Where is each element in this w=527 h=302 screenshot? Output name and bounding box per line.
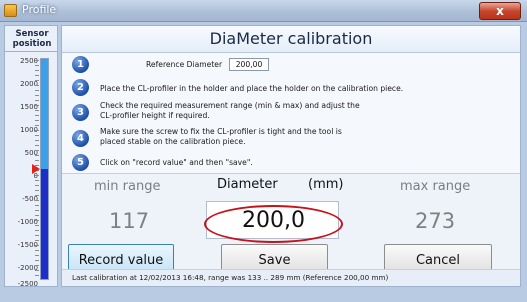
step-4-line2: placed stable on the calibration piece. — [100, 137, 246, 146]
step-3-text: Check the required measurement range (mi… — [100, 101, 360, 121]
position-marker-icon — [32, 164, 40, 174]
gauge-lower-fill — [41, 169, 48, 279]
tick-label: -2500 — [17, 280, 38, 288]
diameter-unit: (mm) — [308, 177, 344, 192]
instruction-steps: 1 Reference Diameter 200,00 2 Place the … — [62, 53, 520, 173]
tick-label: -2000 — [17, 264, 38, 272]
step-3-icon: 3 — [72, 104, 89, 121]
last-calibration-status: Last calibration at 12/02/2013 16:48, ra… — [72, 273, 389, 282]
sensor-divider — [5, 51, 57, 52]
sensor-title-line1: Sensor — [15, 29, 49, 39]
step-3-line1: Check the required measurement range (mi… — [100, 101, 360, 110]
step-5-icon: 5 — [72, 154, 89, 171]
sensor-title-line2: position — [12, 39, 52, 49]
title-bar: Profile x — [0, 0, 527, 22]
reference-diameter-input[interactable]: 200,00 — [229, 58, 269, 71]
status-bar: Last calibration at 12/02/2013 16:48, ra… — [62, 269, 520, 286]
page-title: DiaMeter calibration — [209, 29, 373, 48]
tick-label: 1000 — [20, 126, 38, 134]
tick-label: 2000 — [20, 80, 38, 88]
highlight-ellipse — [204, 205, 343, 243]
step-4-line1: Make sure the screw to fix the CL-profil… — [100, 127, 342, 136]
step-3-line2: CL-profiler height if required. — [100, 111, 210, 120]
tick-label: 2500 — [20, 57, 38, 65]
tick-label: 500 — [24, 149, 38, 157]
step-2-icon: 2 — [72, 79, 89, 96]
app-icon — [4, 4, 17, 17]
diameter-label: Diameter — [217, 177, 278, 192]
tick-label: -500 — [22, 195, 38, 203]
step-2-text: Place the CL-profiler in the holder and … — [100, 84, 404, 93]
close-button[interactable]: x — [479, 2, 521, 20]
tick-label: -1500 — [17, 241, 38, 249]
gauge-upper-fill — [41, 59, 48, 169]
reference-diameter-label: Reference Diameter — [146, 60, 223, 69]
sensor-title: Sensor position — [5, 29, 59, 49]
step-4-text: Make sure the screw to fix the CL-profil… — [100, 127, 342, 147]
step-1-icon: 1 — [72, 56, 89, 73]
step-4-icon: 4 — [72, 130, 89, 147]
sensor-position-panel: Sensor position 2500 2000 1500 1000 500 … — [4, 25, 59, 288]
sensor-position-gauge — [40, 58, 49, 280]
window-title: Profile — [22, 3, 57, 16]
max-range-label: max range — [400, 179, 471, 194]
header: DiaMeter calibration — [62, 26, 520, 53]
max-range-value: 273 — [415, 209, 456, 233]
min-range-label: min range — [94, 179, 161, 194]
measurement-area: min range 117 Diameter (mm) 200,0 max ra… — [62, 173, 520, 278]
tick-label: -1000 — [17, 218, 38, 226]
tick-label: 1500 — [20, 103, 38, 111]
calibration-panel: DiaMeter calibration 1 Reference Diamete… — [61, 25, 521, 287]
min-range-value: 117 — [109, 209, 150, 233]
step-5-text: Click on "record value" and then "save". — [100, 158, 253, 167]
